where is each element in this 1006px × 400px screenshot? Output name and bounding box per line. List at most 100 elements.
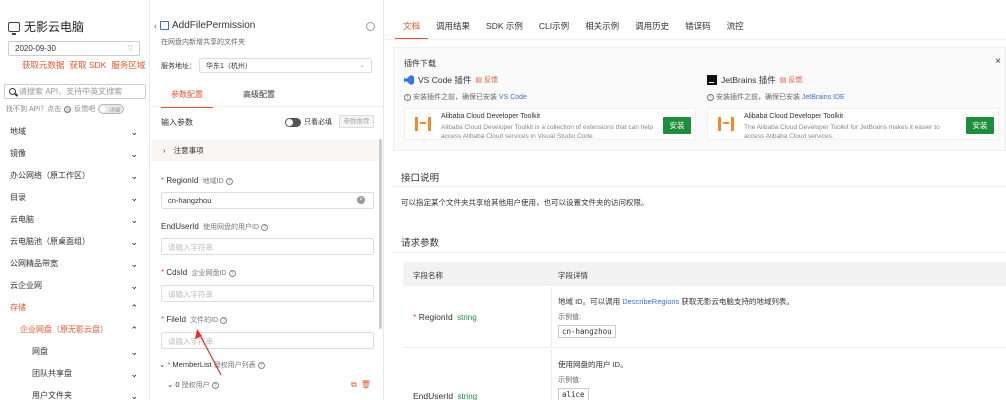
tab-call-history[interactable]: 调用历史 <box>627 20 677 40</box>
tab-docs[interactable]: 文档 <box>395 20 429 40</box>
vscode-link[interactable]: VS Code <box>499 94 527 101</box>
regionid-input[interactable]: cn-hangzhou × <box>161 192 374 209</box>
enduserid-input[interactable]: 请输入字符串 <box>161 238 374 255</box>
vscode-plugin-name: VS Code 插件 ▤ 反馈 <box>404 74 702 86</box>
info-icon: ! <box>404 94 411 101</box>
vscode-plugin: VS Code 插件 ▤ 反馈 ! 安装插件之前，确保已安装 VS Code A… <box>404 74 702 140</box>
field-name: MemberList <box>172 360 212 369</box>
required-only-toggle[interactable]: 只看必填 <box>285 117 332 127</box>
tab-call-result[interactable]: 调用结果 <box>428 20 478 40</box>
param-name-cell: * RegionId string <box>413 312 477 322</box>
chevron-up-icon: ⌃ <box>130 325 138 335</box>
required-mark: * <box>167 360 171 369</box>
params-table-header: 字段名称 字段详情 <box>403 262 1006 286</box>
param-name-cell: EndUserId string <box>413 391 477 400</box>
get-metadata-link[interactable]: 获取元数据 <box>22 59 65 71</box>
field-desc: 文件的ID <box>190 317 219 324</box>
nav-item-team-share[interactable]: 团队共享盘 ⌄ <box>0 363 149 385</box>
describe-regions-link[interactable]: DescribeRegions <box>622 297 679 306</box>
clear-icon[interactable]: × <box>357 196 365 204</box>
install-button[interactable]: 安装 <box>663 117 691 134</box>
vscode-icon <box>404 75 414 85</box>
nav-label: 目录 <box>10 193 26 202</box>
notice-collapse[interactable]: › 注意事项 <box>151 139 379 161</box>
tab-sdk-example[interactable]: SDK 示例 <box>478 20 531 40</box>
field-desc: 授权用户 <box>181 382 210 389</box>
feedback-link[interactable]: ▤ 反馈 <box>780 75 803 85</box>
switch-icon <box>285 117 301 127</box>
copy-icon[interactable]: ⧉ <box>351 380 357 390</box>
api-title: ‹ AddFilePermission <box>154 20 255 31</box>
nav-label: 存储 <box>10 303 26 312</box>
get-sdk-link[interactable]: 获取 SDK <box>70 59 107 71</box>
detail-toggle[interactable]: 详细 <box>98 104 125 114</box>
help-icon[interactable]: ? <box>220 317 228 324</box>
delete-icon[interactable]: 🗑 <box>361 380 371 390</box>
example-label: 示例值: <box>558 377 581 384</box>
field-name: CdsId <box>166 268 188 277</box>
tab-related-example[interactable]: 相关示例 <box>577 20 627 40</box>
field-label-fileid: * FileId 文件的ID ? <box>161 315 228 325</box>
tabs-divider <box>151 106 383 107</box>
nav-item-desktop[interactable]: 云电脑 ⌄ <box>0 209 149 231</box>
chevron-down-icon: ⌄ <box>167 380 174 389</box>
install-button[interactable]: 安装 <box>966 117 994 134</box>
col-field-detail: 字段详情 <box>558 271 588 280</box>
server-row: 服务地址： 华东1（杭州） ⌄ <box>161 58 372 73</box>
nav-item-storage[interactable]: 存储 ⌃ <box>0 297 149 319</box>
tab-cli-example[interactable]: CLI示例 <box>531 20 577 40</box>
field-value: cn-hangzhou <box>168 196 212 205</box>
nav-item-bandwidth[interactable]: 公网精品带宽 ⌄ <box>0 253 149 275</box>
card-desc: Alibaba Cloud Developer Toolkit is a col… <box>441 124 653 140</box>
field-desc: 地域ID <box>202 178 224 185</box>
api-name: AddFilePermission <box>172 20 256 31</box>
field-label-cdsid: * CdsId 企业网盘ID ? <box>161 268 236 278</box>
feedback-link[interactable]: ▤ 反馈 <box>475 75 498 85</box>
example-value: alice <box>558 388 589 400</box>
chevron-down-icon: ⌄ <box>130 237 138 247</box>
param-recommend-button[interactable]: 参数推荐 <box>339 115 374 128</box>
nav-item-office-network[interactable]: 办公网络（原工作区） ⌄ <box>0 165 149 187</box>
service-region-link[interactable]: 服务区域 <box>111 59 145 71</box>
help-icon[interactable]: ? <box>257 362 265 369</box>
nav-item-user-folder[interactable]: 用户文件夹 ⌄ <box>0 385 149 400</box>
api-search-input[interactable]: 请搜索 API，支持中英文搜索 <box>4 84 146 99</box>
chevron-down-icon: ⌄ <box>130 171 138 181</box>
back-icon[interactable]: ‹ <box>154 21 157 31</box>
plugin-title: 插件下载 <box>404 59 436 68</box>
help-icon[interactable]: ? <box>225 178 233 185</box>
feedback-label: 反馈 <box>788 77 803 84</box>
help-icon[interactable]: ? <box>211 382 219 389</box>
nav-item-cen[interactable]: 云企业网 ⌄ <box>0 275 149 297</box>
help-icon[interactable]: ? <box>228 270 236 277</box>
nav-item-desktop-pool[interactable]: 云电脑池（原桌面组） ⌄ <box>0 231 149 253</box>
tabs-divider <box>385 39 1006 40</box>
jetbrains-link[interactable]: JetBrains IDE <box>802 94 845 101</box>
close-icon[interactable]: × <box>995 56 1001 67</box>
server-select[interactable]: 华东1（杭州） ⌄ <box>199 58 372 73</box>
tab-flow-control[interactable]: 流控 <box>719 20 752 40</box>
param-detail-cell: 使用网盘的用户 ID。 示例值: alice <box>558 359 628 400</box>
sidebar-links: 获取元数据 获取 SDK 服务区域 <box>22 59 145 71</box>
cdsid-input[interactable]: 请输入字符串 <box>161 285 374 302</box>
feedback-link[interactable]: 反馈吧 <box>74 104 95 114</box>
scrollbar[interactable] <box>379 139 382 329</box>
nav-item-directory[interactable]: 目录 ⌄ <box>0 187 149 209</box>
tab-error-codes[interactable]: 错误码 <box>677 20 719 40</box>
version-select[interactable]: 2020-09-30 ▽ <box>8 41 140 56</box>
settings-icon[interactable] <box>366 22 375 31</box>
auth-user-row[interactable]: ⌄ 0 授权用户 ? <box>167 380 219 390</box>
help-icon[interactable]: ? <box>261 224 269 231</box>
chevron-down-icon: ⌄ <box>130 215 138 225</box>
field-label-enduserid: EndUserId 使用网盘的用户ID ? <box>161 222 269 232</box>
param-type: string <box>457 313 477 322</box>
nav-item-drive[interactable]: 网盘 ⌄ <box>0 341 149 363</box>
nav-item-image[interactable]: 镜像 ⌄ <box>0 143 149 165</box>
row-actions: ⧉ 🗑 <box>351 380 371 390</box>
nav-item-enterprise-drive[interactable]: 企业网盘（原无影云盘） ⌃ <box>0 319 149 341</box>
field-placeholder: 请输入字符串 <box>168 290 213 299</box>
nav-label: 云企业网 <box>10 281 42 290</box>
memberlist-label[interactable]: ⌄ * MemberList 授权用户列表 ? <box>159 360 265 370</box>
fileid-input[interactable]: 请输入字符串 <box>161 332 374 349</box>
nav-item-region[interactable]: 地域 ⌄ <box>0 121 149 143</box>
